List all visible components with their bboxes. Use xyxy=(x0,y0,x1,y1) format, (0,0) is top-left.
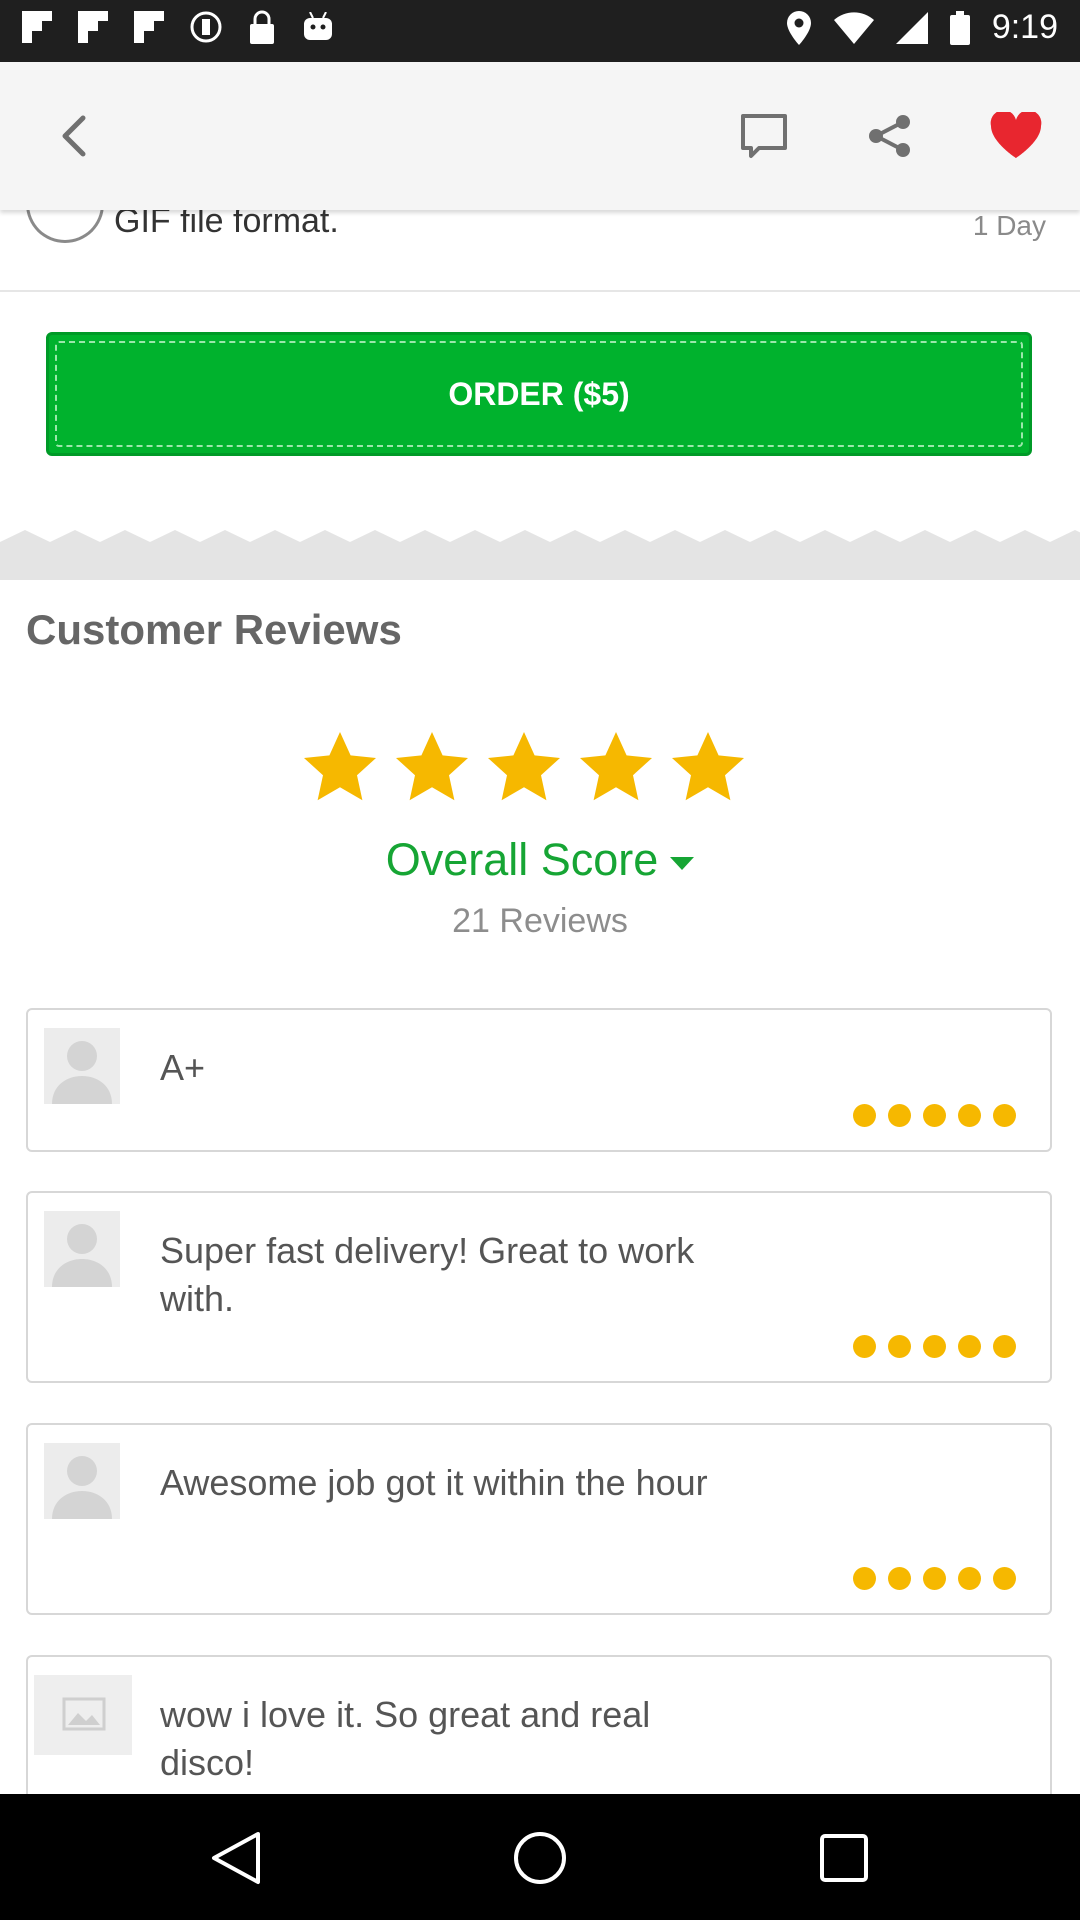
lock-icon xyxy=(250,10,274,44)
rating-dot xyxy=(958,1104,981,1127)
nav-back-button[interactable] xyxy=(202,1824,270,1892)
review-rating xyxy=(853,1104,1016,1127)
review-card: A+ xyxy=(26,1008,1052,1152)
star-icon xyxy=(488,732,560,801)
clock: 9:19 xyxy=(991,8,1058,46)
avatar xyxy=(44,1211,120,1287)
back-button[interactable] xyxy=(44,106,104,166)
review-rating xyxy=(853,1335,1016,1358)
reviews-title: Customer Reviews xyxy=(26,606,402,653)
navigation-bar xyxy=(0,1794,1080,1920)
rating-dot xyxy=(923,1567,946,1590)
review-card: Super fast delivery! Great to work with. xyxy=(26,1191,1052,1383)
battery-icon xyxy=(949,10,970,45)
rating-dot xyxy=(958,1335,981,1358)
review-text: A+ xyxy=(160,1047,206,1088)
review-text: Awesome job got it within the hour xyxy=(160,1462,708,1503)
share-icon xyxy=(869,115,910,157)
heart-icon xyxy=(990,112,1042,158)
star-icon xyxy=(672,732,744,801)
favorite-button[interactable] xyxy=(986,106,1046,166)
rating-dot xyxy=(993,1567,1016,1590)
rating-dot xyxy=(853,1567,876,1590)
home-circle-icon xyxy=(514,1832,566,1884)
avatar xyxy=(34,1675,132,1755)
order-button[interactable]: ORDER ($5) xyxy=(46,332,1032,456)
rating-dot xyxy=(923,1335,946,1358)
signal-icon xyxy=(895,11,928,44)
rating-dot xyxy=(993,1104,1016,1127)
user-placeholder-icon xyxy=(52,1041,112,1104)
review-text: wow i love it. So great and real disco! xyxy=(160,1694,651,1783)
app-bar xyxy=(0,62,1080,210)
rating-dot xyxy=(993,1335,1016,1358)
review-rating xyxy=(853,1567,1016,1590)
flipboard-icon xyxy=(134,11,164,43)
reviews-count: 21 Reviews xyxy=(452,902,628,940)
rating-dot xyxy=(923,1104,946,1127)
delivery-duration: 1 Day xyxy=(972,210,1046,241)
review-card: Awesome job got it within the hour xyxy=(26,1423,1052,1615)
chat-icon xyxy=(741,114,787,158)
zigzag-divider xyxy=(0,516,1080,580)
star-icon xyxy=(304,732,376,801)
user-placeholder-icon xyxy=(52,1224,112,1287)
chevron-left-icon xyxy=(62,115,86,157)
chat-button[interactable] xyxy=(734,106,794,166)
rating-dot xyxy=(888,1104,911,1127)
rating-dot xyxy=(958,1567,981,1590)
back-triangle-icon xyxy=(212,1832,260,1884)
recents-square-icon xyxy=(820,1834,868,1882)
wifi-icon xyxy=(833,11,874,44)
previous-row: GIF file format. 1 Day xyxy=(0,188,1080,292)
notification-icons xyxy=(22,10,334,44)
overall-score-label: Overall Score xyxy=(385,834,659,885)
status-bar: 9:19 xyxy=(0,0,1080,62)
order-button-label: ORDER ($5) xyxy=(448,375,630,412)
android-icon xyxy=(304,12,332,40)
overall-stars xyxy=(302,730,746,804)
caret-down-icon xyxy=(670,856,695,870)
star-icon xyxy=(396,732,468,801)
image-placeholder-icon xyxy=(62,1697,106,1731)
share-button[interactable] xyxy=(860,106,920,166)
rating-dot xyxy=(853,1335,876,1358)
review-card: wow i love it. So great and real disco! xyxy=(26,1655,1052,1815)
system-icons: 9:19 xyxy=(786,8,1058,47)
flipboard-icon xyxy=(78,11,108,43)
nav-recents-button[interactable] xyxy=(810,1824,878,1892)
overall-score-dropdown[interactable]: Overall Score xyxy=(0,834,1080,886)
user-placeholder-icon xyxy=(52,1456,112,1519)
rating-dot xyxy=(853,1104,876,1127)
avatar xyxy=(44,1028,120,1104)
review-text: Super fast delivery! Great to work with. xyxy=(160,1230,695,1319)
rating-dot xyxy=(888,1335,911,1358)
flipboard-icon xyxy=(22,11,52,43)
nav-home-button[interactable] xyxy=(506,1824,574,1892)
star-icon xyxy=(580,732,652,801)
rating-dot xyxy=(888,1567,911,1590)
avatar xyxy=(44,1443,120,1519)
sync-icon xyxy=(190,11,222,43)
location-icon xyxy=(786,10,811,45)
